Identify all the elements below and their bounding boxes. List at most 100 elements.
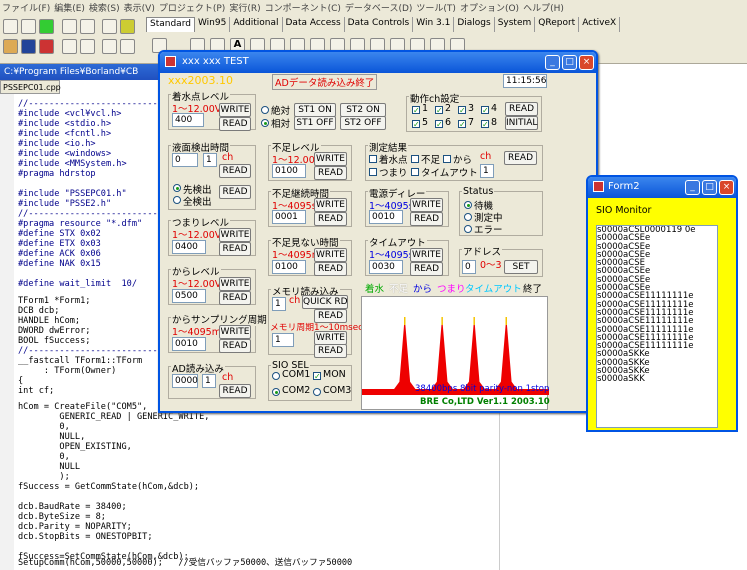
menu-item[interactable]: オプション(O) [460, 1, 519, 14]
menu-item[interactable]: 表示(V) [124, 1, 155, 14]
palette-tab[interactable]: Standard [146, 17, 195, 32]
palette-tab[interactable]: Data Controls [345, 17, 414, 32]
minimize-icon[interactable]: _ [545, 55, 560, 70]
palette-tab[interactable]: Win 3.1 [413, 17, 455, 32]
short-invisible-read-button[interactable]: READ [314, 262, 347, 276]
channel-checkbox[interactable]: ✓ [458, 106, 466, 115]
power-delay-read-button[interactable]: READ [410, 212, 443, 226]
st2-off-button[interactable]: ST2 OFF [340, 116, 386, 130]
channels-read-button[interactable]: READ [505, 102, 538, 116]
standby-radio[interactable] [464, 201, 472, 209]
address-set-button[interactable]: SET [504, 260, 538, 274]
tsumari-level-write-button[interactable]: WRITE [219, 228, 251, 242]
kara-level-write-button[interactable]: WRITE [219, 277, 251, 291]
tsumari-result-checkbox[interactable] [369, 168, 377, 176]
ad-read-button[interactable]: READ [219, 384, 251, 398]
menu-item[interactable]: プロジェクト(P) [159, 1, 225, 14]
detect-time-ch-input[interactable]: 1 [203, 153, 217, 167]
ad-read-input[interactable]: 0000 [172, 374, 198, 388]
menu-item[interactable]: ファイル(F) [2, 1, 50, 14]
result-read-button[interactable]: READ [504, 151, 537, 165]
open-icon[interactable] [21, 19, 36, 34]
channel-checkbox[interactable]: ✓ [435, 120, 443, 129]
timeout-write-button[interactable]: WRITE [410, 248, 443, 262]
short-cont-read-button[interactable]: READ [314, 212, 347, 226]
menu-item[interactable]: コンポーネント(C) [265, 1, 341, 14]
form-icon[interactable] [62, 39, 77, 54]
timeout-input[interactable]: 0030 [369, 260, 403, 274]
pause-icon[interactable] [120, 19, 135, 34]
file-tab[interactable]: PSSEPC01.cpp [0, 80, 61, 94]
channel-checkbox[interactable]: ✓ [412, 120, 420, 129]
com2-radio[interactable] [272, 388, 280, 396]
channel-checkbox[interactable]: ✓ [412, 106, 420, 115]
close-icon[interactable]: × [579, 55, 594, 70]
st1-off-button[interactable]: ST1 OFF [294, 116, 336, 130]
short-invisible-input[interactable]: 0100 [272, 260, 306, 274]
kara-sampling-read-button[interactable]: READ [219, 339, 251, 353]
palette-tab[interactable]: Dialogs [454, 17, 495, 32]
memory-period-input[interactable]: 1 [272, 333, 294, 347]
palette-tab[interactable]: ActiveX [579, 17, 621, 32]
st2-on-button[interactable]: ST2 ON [340, 103, 386, 117]
detect-mode-read-button[interactable]: READ [219, 185, 251, 199]
short-cont-write-button[interactable]: WRITE [314, 198, 347, 212]
kara-level-read-button[interactable]: READ [219, 291, 251, 305]
measuring-radio[interactable] [464, 213, 472, 221]
short-level-write-button[interactable]: WRITE [314, 152, 347, 166]
short-invisible-write-button[interactable]: WRITE [314, 248, 347, 262]
trace-icon[interactable] [120, 39, 135, 54]
result-ch-input[interactable]: 1 [480, 164, 494, 178]
channel-checkbox[interactable]: ✓ [458, 120, 466, 129]
sio-monitor-list[interactable]: s0000aCSL0000119 0e s0000aCSEe s0000aCSEe s… [596, 225, 718, 428]
menu-item[interactable]: 実行(R) [229, 1, 260, 14]
toggle-icon[interactable] [80, 39, 95, 54]
memory-read-input[interactable]: 1 [272, 297, 286, 311]
short-cont-input[interactable]: 0001 [272, 210, 306, 224]
new-icon[interactable] [3, 19, 18, 34]
detect-time-input[interactable]: 0 [172, 153, 198, 167]
kara-sampling-input[interactable]: 0010 [172, 337, 206, 351]
com1-radio[interactable] [272, 372, 280, 380]
short-result-checkbox[interactable] [411, 155, 419, 163]
first-detect-radio[interactable] [173, 184, 181, 192]
power-delay-input[interactable]: 0010 [369, 210, 403, 224]
detect-time-read-button[interactable]: READ [219, 164, 251, 178]
water-level-read-button[interactable]: READ [219, 117, 251, 131]
quick-read-button[interactable]: QUICK RD [302, 295, 348, 309]
copy-icon[interactable] [62, 19, 77, 34]
channel-checkbox[interactable]: ✓ [435, 106, 443, 115]
menu-item[interactable]: ツール(T) [416, 1, 456, 14]
menu-item[interactable]: ヘルプ(H) [523, 1, 564, 14]
minimize-icon[interactable]: _ [685, 180, 700, 195]
menu-item[interactable]: データベース(D) [345, 1, 413, 14]
memory-period-read-button[interactable]: READ [314, 344, 347, 358]
tsumari-level-read-button[interactable]: READ [219, 242, 251, 256]
kara-level-input[interactable]: 0500 [172, 289, 206, 303]
palette-tab[interactable]: System [495, 17, 536, 32]
com3-radio[interactable] [313, 388, 321, 396]
palette-tab[interactable]: Win95 [195, 17, 231, 32]
timeout-result-checkbox[interactable] [411, 168, 419, 176]
add-icon[interactable] [39, 19, 54, 34]
timeout-read-button[interactable]: READ [410, 262, 443, 276]
water-level-input[interactable]: 400 [172, 113, 204, 127]
channel-checkbox[interactable]: ✓ [481, 120, 489, 129]
maximize-icon[interactable]: □ [562, 55, 577, 70]
mon-checkbox[interactable]: ✓ [313, 372, 321, 381]
menu-item[interactable]: 編集(E) [54, 1, 85, 14]
st1-on-button[interactable]: ST1 ON [294, 103, 336, 117]
remove-icon[interactable] [39, 39, 54, 54]
error-radio[interactable] [464, 225, 472, 233]
channels-initial-button[interactable]: INITIAL [505, 116, 538, 130]
folder-icon[interactable] [3, 39, 18, 54]
all-detect-radio[interactable] [173, 196, 181, 204]
menu-item[interactable]: 検索(S) [89, 1, 120, 14]
water-level-write-button[interactable]: WRITE [219, 103, 251, 117]
channel-checkbox[interactable]: ✓ [481, 106, 489, 115]
clock-field[interactable]: 11:15:56 [503, 74, 547, 88]
kara-result-checkbox[interactable] [443, 155, 451, 163]
ad-read-ch-input[interactable]: 1 [202, 374, 216, 388]
step-icon[interactable] [102, 39, 117, 54]
close-icon[interactable]: × [719, 180, 734, 195]
